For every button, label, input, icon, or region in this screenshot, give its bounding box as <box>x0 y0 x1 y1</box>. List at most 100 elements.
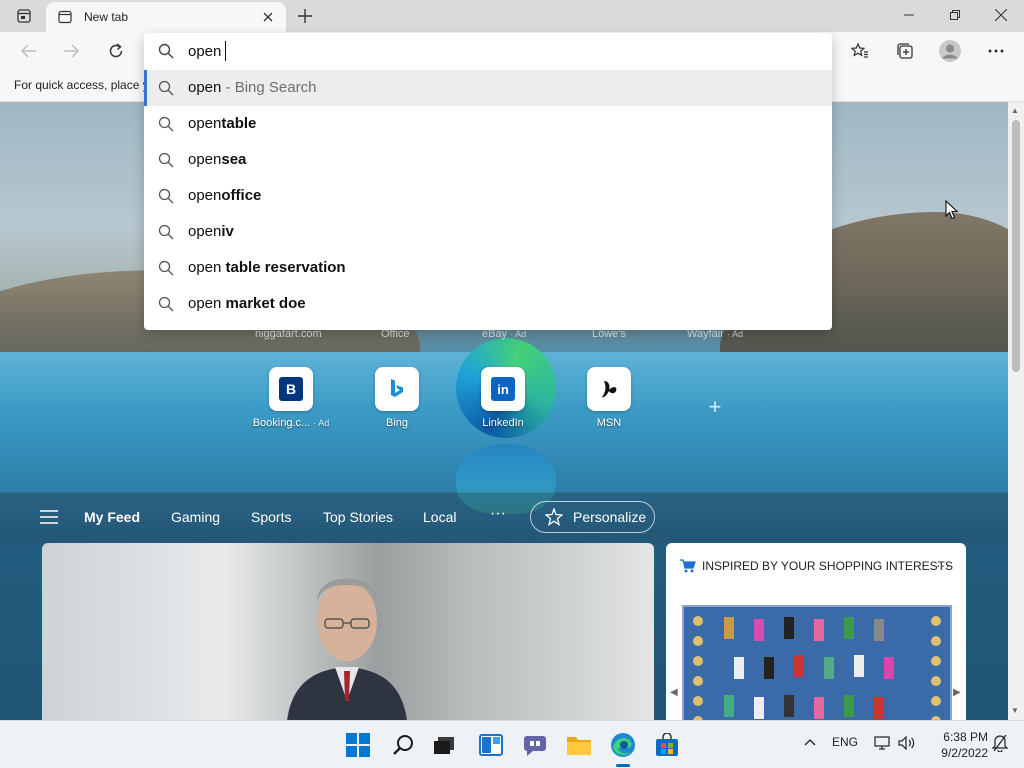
taskbar-search-button[interactable] <box>389 731 417 759</box>
booking-icon: B <box>269 367 313 411</box>
svg-text:in: in <box>497 382 509 397</box>
plus-icon <box>298 9 312 23</box>
task-view-button[interactable] <box>430 731 458 759</box>
news-card[interactable] <box>42 543 654 720</box>
widgets-icon <box>479 734 503 756</box>
address-bar-input[interactable] <box>188 40 808 62</box>
profile-button[interactable] <box>935 36 965 66</box>
restore-button[interactable] <box>932 0 978 30</box>
feed-more-button[interactable]: ··· <box>490 505 506 523</box>
address-bar <box>144 33 832 69</box>
close-icon <box>995 9 1007 21</box>
feed-tab-gaming[interactable]: Gaming <box>171 509 220 525</box>
top-site-label: Bing <box>385 417 409 429</box>
input-language-indicator[interactable]: ENG <box>832 735 858 749</box>
microsoft-store-button[interactable] <box>653 731 681 759</box>
linkedin-icon: in <box>481 367 525 411</box>
back-button[interactable] <box>14 36 44 66</box>
store-bag-icon <box>656 733 678 756</box>
product-image <box>682 605 952 720</box>
search-icon <box>158 152 174 168</box>
sparkle-star-icon <box>545 508 563 526</box>
feed-tab-local[interactable]: Local <box>423 509 456 525</box>
top-site-label: MSN <box>596 417 622 429</box>
suggestion-item[interactable]: openoffice <box>144 178 832 214</box>
suggestion-item[interactable]: open table reservation <box>144 250 832 286</box>
add-shortcut-button[interactable]: + <box>700 392 730 422</box>
windows-logo-icon <box>346 733 370 757</box>
more-dots-icon <box>988 49 1004 53</box>
refresh-button[interactable] <box>101 36 131 66</box>
edge-browser-icon <box>611 733 635 757</box>
personalize-button[interactable]: Personalize <box>530 501 655 533</box>
carousel-next-icon[interactable]: ▶ <box>953 687 961 698</box>
suggestion-item[interactable]: open market doe <box>144 286 832 322</box>
address-bar-dropdown: open - Bing Search opentable opensea ope… <box>144 33 832 330</box>
volume-icon[interactable] <box>898 735 916 753</box>
tab-strip: New tab <box>0 0 1024 32</box>
shopping-card-more-button[interactable]: ··· <box>936 557 950 573</box>
carousel-prev-icon[interactable]: ◀ <box>670 687 678 698</box>
top-site-linkedin[interactable]: in LinkedIn <box>458 367 548 429</box>
page-scrollbar[interactable]: ▲ ▼ <box>1008 102 1024 720</box>
collections-button[interactable] <box>890 36 920 66</box>
settings-and-more-button[interactable] <box>981 36 1011 66</box>
file-explorer-button[interactable] <box>565 731 593 759</box>
shopping-card-title: INSPIRED BY YOUR SHOPPING INTERESTS <box>702 559 953 573</box>
restore-icon <box>950 10 960 20</box>
search-icon <box>158 296 174 312</box>
svg-text:B: B <box>286 381 296 397</box>
suggestion-item[interactable]: openiv <box>144 214 832 250</box>
mouse-pointer-icon <box>945 200 959 220</box>
favorites-star-icon <box>851 43 868 58</box>
teams-chat-button[interactable] <box>521 731 549 759</box>
scroll-down-icon[interactable]: ▼ <box>1011 706 1019 715</box>
feed-tab-top-stories[interactable]: Top Stories <box>323 509 393 525</box>
suggestion-text: opensea <box>188 151 247 168</box>
suggestion-text: opentable <box>188 115 257 132</box>
top-site-msn[interactable]: MSN <box>564 367 654 429</box>
search-icon <box>158 116 174 132</box>
shopping-card[interactable]: INSPIRED BY YOUR SHOPPING INTERESTS ··· … <box>666 543 966 720</box>
favorites-button[interactable] <box>845 36 875 66</box>
news-photo-person <box>287 578 407 720</box>
chevron-up-icon <box>804 739 816 746</box>
taskbar-clock[interactable]: 6:38 PM 9/2/2022 <box>924 729 988 761</box>
minimize-icon <box>904 14 914 16</box>
favorites-bar-hint: For quick access, place y <box>14 78 149 92</box>
tab-actions-menu-button[interactable] <box>10 6 38 26</box>
suggestion-item[interactable]: open - Bing Search <box>144 70 832 106</box>
ad-badge: · Ad <box>313 418 330 428</box>
scroll-up-icon[interactable]: ▲ <box>1011 106 1019 115</box>
start-button[interactable] <box>344 731 372 759</box>
tab-new-tab[interactable]: New tab <box>46 2 286 32</box>
feed-tab-sports[interactable]: Sports <box>251 509 291 525</box>
top-site-bing[interactable]: Bing <box>352 367 442 429</box>
suggestion-text: open market doe <box>188 295 306 312</box>
show-hidden-icons-button[interactable] <box>804 735 816 749</box>
minimize-button[interactable] <box>886 0 932 30</box>
forward-button[interactable] <box>56 36 86 66</box>
feed-tab-my-feed[interactable]: My Feed <box>84 509 140 525</box>
widgets-button[interactable] <box>477 731 505 759</box>
top-site-booking[interactable]: B Booking.c... · Ad <box>246 367 336 429</box>
network-icon[interactable] <box>874 736 890 753</box>
suggestion-item[interactable]: opentable <box>144 106 832 142</box>
top-site-label: LinkedIn <box>482 417 524 429</box>
tab-actions-icon <box>17 9 31 23</box>
new-tab-button[interactable] <box>292 4 318 28</box>
edge-taskbar-button[interactable] <box>609 731 637 759</box>
notifications-icon[interactable] <box>991 734 1009 755</box>
close-tab-icon[interactable] <box>258 7 278 27</box>
folder-icon <box>567 737 591 755</box>
suggestion-item[interactable]: opensea <box>144 142 832 178</box>
scrollbar-thumb[interactable] <box>1012 120 1020 372</box>
suggestion-text: openoffice <box>188 187 262 204</box>
avatar-icon <box>939 40 961 62</box>
hamburger-menu-icon[interactable] <box>40 510 58 524</box>
search-icon <box>158 188 174 204</box>
close-window-button[interactable] <box>978 0 1024 30</box>
search-icon <box>158 260 174 276</box>
back-arrow-icon <box>21 44 36 58</box>
collections-icon <box>897 43 913 59</box>
